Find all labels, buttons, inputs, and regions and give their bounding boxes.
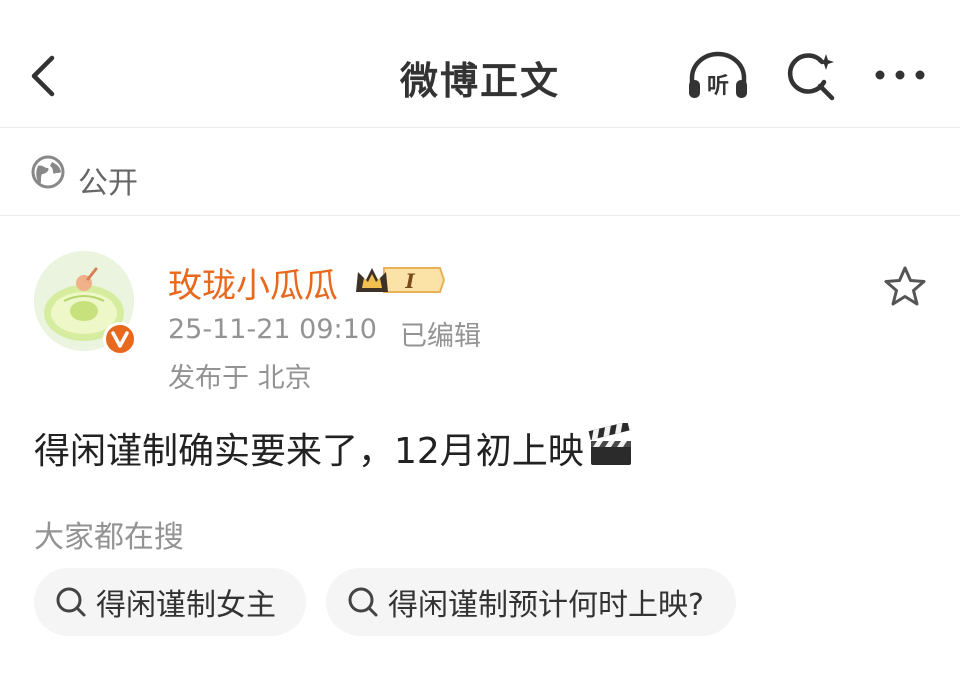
globe-icon <box>31 155 65 189</box>
post-time: 25-11-21 09:10 <box>168 314 377 345</box>
post-location: 发布于 北京 <box>168 363 312 394</box>
listen-button[interactable]: 听 <box>684 48 752 104</box>
trending-chip[interactable]: 得闲谨制预计何时上映? <box>326 568 736 636</box>
search-sparkle-icon <box>787 53 835 101</box>
trending-title: 大家都在搜 <box>34 520 184 555</box>
top-bar: 微博正文 听 <box>0 0 960 128</box>
favorite-button[interactable] <box>880 262 930 312</box>
page: 微博正文 听 公开 玫珑小瓜瓜 I 25-11-21 09:10 已编辑 发布于… <box>0 0 960 679</box>
trending-chip-label: 得闲谨制女主 <box>96 588 276 623</box>
search-icon <box>348 587 378 617</box>
vip-level: I <box>404 269 415 293</box>
edited-label[interactable]: 已编辑 <box>400 314 481 353</box>
post-content: 得闲谨制确实要来了，12月初上映 <box>34 422 634 474</box>
search-button[interactable] <box>782 48 840 104</box>
clapper-board-icon <box>588 423 631 465</box>
star-icon <box>884 266 926 306</box>
more-icon <box>875 70 925 80</box>
search-icon <box>56 587 86 617</box>
headphones-icon: 听 <box>689 51 747 99</box>
trending-chip-label: 得闲谨制预计何时上映? <box>388 588 704 623</box>
visibility-label: 公开 <box>78 166 138 201</box>
visibility-bar <box>0 128 960 216</box>
author-name[interactable]: 玫珑小瓜瓜 <box>168 258 338 307</box>
trending-chip[interactable]: 得闲谨制女主 <box>34 568 306 636</box>
post-text: 得闲谨制确实要来了，12月初上映 <box>34 431 584 472</box>
more-button[interactable] <box>870 60 930 90</box>
vip-crown-badge-icon[interactable]: I <box>354 262 446 298</box>
listen-label: 听 <box>707 74 729 99</box>
verified-badge-icon <box>103 322 137 356</box>
